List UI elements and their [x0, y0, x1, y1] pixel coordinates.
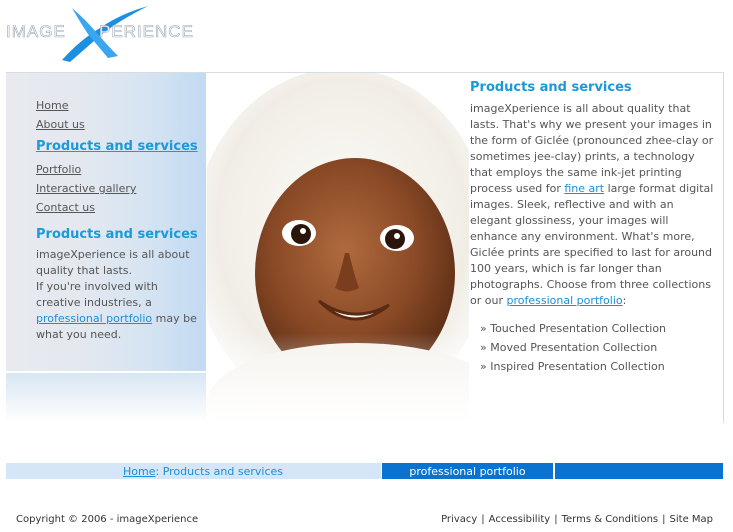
- footer-link-terms-conditions[interactable]: Terms & Conditions: [562, 514, 659, 525]
- professional-portfolio-link[interactable]: professional portfolio: [506, 294, 622, 307]
- breadcrumb-current: Products and services: [162, 465, 284, 478]
- site-logo[interactable]: IMAGE PERIENCE: [0, 0, 215, 68]
- collection-touched[interactable]: » Touched Presentation Collection: [480, 319, 715, 338]
- collection-inspired[interactable]: » Inspired Presentation Collection: [480, 357, 715, 376]
- sidebar-professional-portfolio-link[interactable]: professional portfolio: [36, 312, 152, 325]
- footer-separator: |: [554, 514, 558, 525]
- logo-text-suffix: PERIENCE: [99, 22, 194, 42]
- collections-list: » Touched Presentation Collection » Move…: [480, 319, 715, 376]
- sidebar-text-line2: If you're involved with creative industr…: [36, 280, 158, 309]
- nav-item-contact-us[interactable]: Contact us: [36, 198, 206, 217]
- nav-item-home[interactable]: Home: [36, 96, 206, 115]
- sidebar-heading: Products and services: [36, 227, 198, 242]
- professional-portfolio-bar-label[interactable]: professional portfolio: [382, 465, 553, 478]
- copyright-text: Copyright © 2006 - imageXperience: [16, 514, 199, 525]
- fine-art-link[interactable]: fine art: [564, 182, 604, 195]
- nav-item-interactive-gallery[interactable]: Interactive gallery: [36, 179, 206, 198]
- logo-text-prefix: IMAGE: [6, 22, 66, 42]
- footer-link-site-map[interactable]: Site Map: [670, 514, 713, 525]
- footer-separator: |: [662, 514, 666, 525]
- breadcrumb-separator: :: [155, 465, 163, 478]
- sidebar-footer-fade: [6, 372, 206, 423]
- collection-moved[interactable]: » Moved Presentation Collection: [480, 338, 715, 357]
- child-in-fur-hood-image: [207, 73, 469, 422]
- page-title: Products and services: [470, 80, 632, 95]
- nav-item-products-and-services[interactable]: Products and services: [36, 136, 206, 158]
- nav-item-portfolio[interactable]: Portfolio: [36, 160, 206, 179]
- footer-link-accessibility[interactable]: Accessibility: [489, 514, 551, 525]
- decorative-blue-bar: [555, 463, 723, 479]
- breadcrumb: Home: Products and services: [123, 465, 283, 478]
- footer-links: Privacy | Accessibility | Terms & Conditions…: [441, 514, 713, 525]
- sidebar-text: imageXperience is all about quality that…: [36, 247, 204, 343]
- hero-photo: [207, 73, 469, 422]
- intro-paragraph: imageXperience is all about quality that…: [470, 101, 715, 309]
- main-nav: Home About us Products and services Port…: [36, 96, 206, 217]
- intro-text-2: large format digital images. Sleek, refl…: [470, 182, 714, 307]
- intro-text-3: :: [622, 294, 627, 307]
- sidebar-text-line1: imageXperience is all about quality that…: [36, 248, 190, 277]
- nav-item-about-us[interactable]: About us: [36, 115, 206, 134]
- main-content: Products and services imageXperience is …: [470, 80, 715, 376]
- footer-link-privacy[interactable]: Privacy: [441, 514, 477, 525]
- footer-separator: |: [481, 514, 485, 525]
- breadcrumb-home-link[interactable]: Home: [123, 465, 155, 478]
